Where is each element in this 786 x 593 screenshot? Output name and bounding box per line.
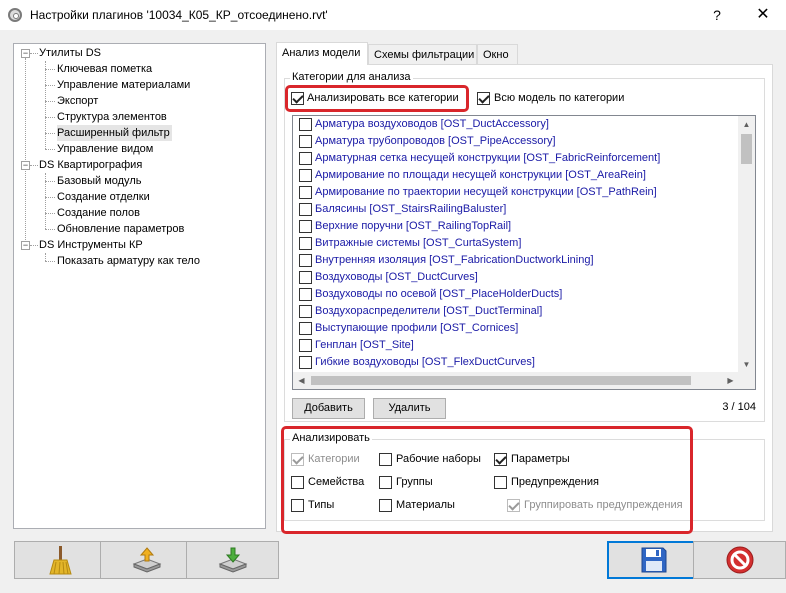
vertical-scrollbar[interactable]: ▲ ▼ bbox=[738, 116, 755, 373]
selection-counter: 3 / 104 bbox=[722, 401, 756, 413]
category-checkbox[interactable] bbox=[299, 288, 312, 301]
categories-group-title: Категории для анализа bbox=[290, 71, 413, 83]
list-item[interactable]: Воздуховоды [OST_DuctCurves] bbox=[293, 269, 739, 286]
list-item[interactable]: Армирование по траектории несущей констр… bbox=[293, 184, 739, 201]
save-button[interactable] bbox=[607, 541, 700, 579]
list-item[interactable]: Выступающие профили [OST_Cornices] bbox=[293, 320, 739, 337]
horizontal-scrollbar[interactable]: ◀ ▶ bbox=[293, 372, 739, 389]
close-button[interactable]: ✕ bbox=[748, 5, 778, 25]
scroll-left-icon[interactable]: ◀ bbox=[293, 372, 310, 389]
collapse-icon[interactable]: − bbox=[21, 49, 30, 58]
list-item[interactable]: Верхние поручни [OST_RailingTopRail] bbox=[293, 218, 739, 235]
tree-group-utilities[interactable]: Утилиты DS bbox=[39, 45, 101, 61]
settings-gear-icon bbox=[8, 8, 22, 22]
list-item[interactable]: Витражные системы [OST_CurtaSystem] bbox=[293, 235, 739, 252]
highlight-analyze-group bbox=[281, 426, 693, 534]
scroll-corner bbox=[738, 372, 755, 389]
tree-item[interactable]: Управление видом bbox=[57, 141, 153, 157]
tree-item[interactable]: Экспорт bbox=[57, 93, 98, 109]
list-item[interactable]: Арматурная сетка несущей конструкции [OS… bbox=[293, 150, 739, 167]
category-checkbox[interactable] bbox=[299, 169, 312, 182]
tree-item[interactable]: Создание полов bbox=[57, 205, 140, 221]
highlight-analyze-all bbox=[285, 85, 469, 112]
tab-window[interactable]: Окно bbox=[477, 44, 518, 64]
tree-item[interactable]: Структура элементов bbox=[57, 109, 167, 125]
import-icon bbox=[132, 547, 161, 573]
tab-filter-schemes[interactable]: Схемы фильтрации bbox=[368, 44, 477, 64]
export-button[interactable] bbox=[186, 541, 279, 579]
cancel-icon bbox=[726, 546, 753, 574]
tree-item[interactable]: Ключевая пометка bbox=[57, 61, 152, 77]
category-checkbox[interactable] bbox=[299, 254, 312, 267]
category-checkbox[interactable] bbox=[299, 356, 312, 369]
collapse-icon[interactable]: − bbox=[21, 241, 30, 250]
save-icon bbox=[641, 547, 666, 573]
whole-model-label: Всю модель по категории bbox=[494, 92, 625, 104]
vertical-scroll-thumb[interactable] bbox=[741, 134, 752, 164]
list-item[interactable]: Внутренняя изоляция [OST_FabricationDuct… bbox=[293, 252, 739, 269]
list-item[interactable]: Балясины [OST_StairsRailingBaluster] bbox=[293, 201, 739, 218]
category-checkbox[interactable] bbox=[299, 135, 312, 148]
import-button[interactable] bbox=[100, 541, 193, 579]
category-checkbox[interactable] bbox=[299, 118, 312, 131]
horizontal-scroll-thumb[interactable] bbox=[311, 376, 691, 385]
list-item[interactable]: Воздуховоды по осевой [OST_PlaceHolderDu… bbox=[293, 286, 739, 303]
list-item[interactable]: Воздухораспределители [OST_DuctTerminal] bbox=[293, 303, 739, 320]
category-checkbox[interactable] bbox=[299, 203, 312, 216]
category-checkbox[interactable] bbox=[299, 271, 312, 284]
category-checkbox[interactable] bbox=[299, 322, 312, 335]
tree-group-apartments[interactable]: DS Квартирография bbox=[39, 157, 142, 173]
remove-button[interactable]: Удалить bbox=[373, 398, 446, 419]
tree-item-selected[interactable]: Расширенный фильтр bbox=[57, 125, 172, 141]
scroll-down-icon[interactable]: ▼ bbox=[738, 356, 755, 373]
title-bar: Настройки плагинов '10034_К05_КР_отсоеди… bbox=[0, 0, 786, 30]
category-checkbox[interactable] bbox=[299, 339, 312, 352]
window-title: Настройки плагинов '10034_К05_КР_отсоеди… bbox=[30, 8, 328, 22]
scroll-right-icon[interactable]: ▶ bbox=[722, 372, 739, 389]
tree-item[interactable]: Базовый модуль bbox=[57, 173, 141, 189]
category-checkbox[interactable] bbox=[299, 220, 312, 233]
category-list[interactable]: Арматура воздуховодов [OST_DuctAccessory… bbox=[292, 115, 756, 390]
category-checkbox[interactable] bbox=[299, 152, 312, 165]
cancel-button[interactable] bbox=[693, 541, 786, 579]
tree-item[interactable]: Обновление параметров bbox=[57, 221, 184, 237]
category-checkbox[interactable] bbox=[299, 186, 312, 199]
list-item[interactable]: Арматура трубопроводов [OST_PipeAccessor… bbox=[293, 133, 739, 150]
clear-button[interactable] bbox=[14, 541, 107, 579]
tree-group-kr-tools[interactable]: DS Инструменты КР bbox=[39, 237, 143, 253]
list-item[interactable]: Генплан [OST_Site] bbox=[293, 337, 739, 354]
category-checkbox[interactable] bbox=[299, 237, 312, 250]
collapse-icon[interactable]: − bbox=[21, 161, 30, 170]
whole-model-checkbox[interactable] bbox=[477, 92, 490, 105]
help-button[interactable]: ? bbox=[706, 5, 728, 25]
tab-model-analysis[interactable]: Анализ модели bbox=[276, 42, 368, 65]
list-item[interactable]: Армирование по площади несущей конструкц… bbox=[293, 167, 739, 184]
tree-item[interactable]: Управление материалами bbox=[57, 77, 190, 93]
tree-item[interactable]: Показать арматуру как тело bbox=[57, 253, 200, 269]
category-checkbox[interactable] bbox=[299, 305, 312, 318]
list-item[interactable]: Арматура воздуховодов [OST_DuctAccessory… bbox=[293, 116, 739, 133]
broom-icon bbox=[48, 546, 72, 575]
add-button[interactable]: Добавить bbox=[292, 398, 365, 419]
list-item[interactable]: Гибкие воздуховоды [OST_FlexDuctCurves] bbox=[293, 354, 739, 371]
scroll-up-icon[interactable]: ▲ bbox=[738, 116, 755, 133]
tree-item[interactable]: Создание отделки bbox=[57, 189, 150, 205]
export-icon bbox=[218, 547, 247, 573]
plugin-tree[interactable]: − Утилиты DS Ключевая пометка Управление… bbox=[13, 43, 266, 529]
